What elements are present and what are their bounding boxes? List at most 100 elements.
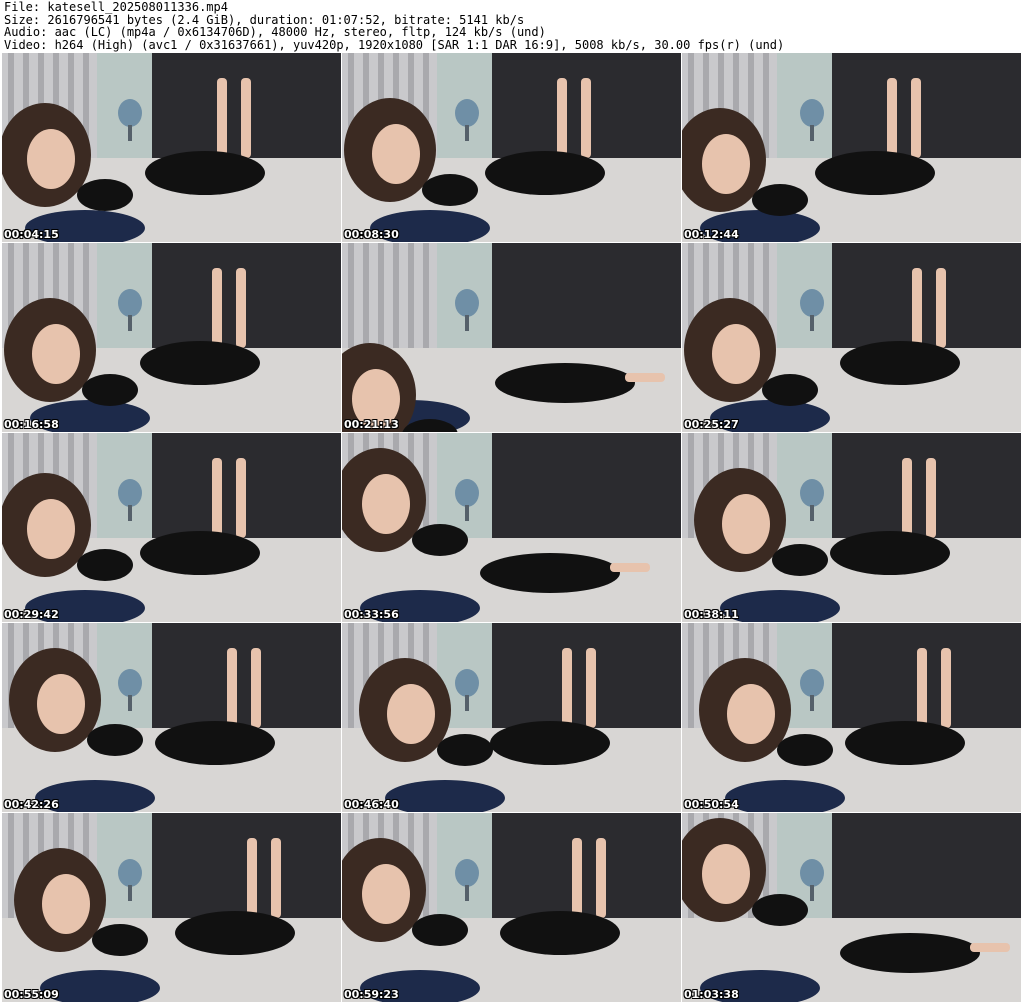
thumbnail-frame[interactable]: 00:33:56 <box>342 433 681 622</box>
face <box>362 474 410 534</box>
face <box>362 864 410 924</box>
leg <box>241 78 251 158</box>
face <box>702 844 750 904</box>
leg <box>212 268 222 348</box>
thumbnail-frame[interactable]: 01:03:38 <box>682 813 1021 1002</box>
thumbnail-frame[interactable]: 00:38:11 <box>682 433 1021 622</box>
media-info-header: File: katesell_202508011336.mp4 Size: 26… <box>4 1 1020 51</box>
top <box>772 544 828 576</box>
leg <box>236 268 246 348</box>
thumbnail-frame[interactable]: 00:04:15 <box>2 53 341 242</box>
video-info-line: Video: h264 (High) (avc1 / 0x31637661), … <box>4 37 785 52</box>
lamp <box>800 859 824 887</box>
frame-scene <box>682 433 1021 622</box>
curtain <box>492 243 681 353</box>
trousers <box>490 721 610 765</box>
lamp-stand <box>465 695 469 711</box>
top <box>82 374 138 406</box>
trousers <box>175 911 295 955</box>
frame-scene <box>342 623 681 812</box>
lamp <box>455 289 479 317</box>
lamp <box>800 289 824 317</box>
top <box>77 549 133 581</box>
thumbnail-frame[interactable]: 00:21:13 <box>342 243 681 432</box>
frame-scene <box>2 623 341 812</box>
lamp-stand <box>128 125 132 141</box>
curtain <box>492 433 681 543</box>
thumbnail-frame[interactable]: 00:16:58 <box>2 243 341 432</box>
headboard-stripe <box>408 243 414 363</box>
leg <box>562 648 572 728</box>
face <box>32 324 80 384</box>
thumbnail-frame[interactable]: 00:12:44 <box>682 53 1021 242</box>
lamp <box>800 99 824 127</box>
top <box>412 914 468 946</box>
thumbnail-frame[interactable]: 00:55:09 <box>2 813 341 1002</box>
lamp-stand <box>810 315 814 331</box>
curtain <box>832 243 1021 353</box>
curtain <box>152 433 341 543</box>
lamp-stand <box>465 125 469 141</box>
leg <box>271 838 281 918</box>
trousers <box>500 911 620 955</box>
trousers <box>140 531 260 575</box>
leg <box>970 943 1010 952</box>
headboard-stripe <box>348 243 354 363</box>
trousers <box>480 553 620 593</box>
frame-timestamp: 00:59:23 <box>344 988 399 1001</box>
top <box>752 184 808 216</box>
leg <box>572 838 582 918</box>
lamp <box>118 669 142 697</box>
face <box>372 124 420 184</box>
leg <box>557 78 567 158</box>
frame-scene <box>2 813 341 1002</box>
face <box>42 874 90 934</box>
thumbnail-frame[interactable]: 00:29:42 <box>2 433 341 622</box>
curtain <box>832 813 1021 923</box>
curtain <box>832 53 1021 163</box>
lamp <box>118 99 142 127</box>
thumbnail-frame[interactable]: 00:42:26 <box>2 623 341 812</box>
thumbnail-frame[interactable]: 00:46:40 <box>342 623 681 812</box>
trousers <box>840 933 980 973</box>
lamp-stand <box>810 125 814 141</box>
trousers <box>155 721 275 765</box>
trousers <box>830 531 950 575</box>
frame-timestamp: 00:21:13 <box>344 418 399 431</box>
lamp-stand <box>128 315 132 331</box>
lamp <box>455 99 479 127</box>
lamp-stand <box>810 505 814 521</box>
leg <box>917 648 927 728</box>
leg <box>236 458 246 538</box>
frame-scene <box>2 53 341 242</box>
thumbnail-frame[interactable]: 00:08:30 <box>342 53 681 242</box>
lamp-stand <box>810 695 814 711</box>
frame-timestamp: 00:55:09 <box>4 988 59 1001</box>
top <box>762 374 818 406</box>
lamp <box>118 479 142 507</box>
lamp <box>455 669 479 697</box>
face <box>27 129 75 189</box>
leg <box>586 648 596 728</box>
frame-scene <box>2 243 341 432</box>
face <box>702 134 750 194</box>
leg <box>941 648 951 728</box>
lamp-stand <box>810 885 814 901</box>
leg <box>926 458 936 538</box>
frame-scene <box>342 433 681 622</box>
audio-info-line: Audio: aac (LC) (mp4a / 0x6134706D), 480… <box>4 25 546 39</box>
frame-scene <box>342 243 681 432</box>
thumbnail-frame[interactable]: 00:50:54 <box>682 623 1021 812</box>
leg <box>251 648 261 728</box>
thumbnail-frame[interactable]: 00:59:23 <box>342 813 681 1002</box>
frame-scene <box>682 243 1021 432</box>
leg <box>227 648 237 728</box>
thumbnail-frame[interactable]: 00:25:27 <box>682 243 1021 432</box>
frame-timestamp: 00:16:58 <box>4 418 59 431</box>
trousers <box>815 151 935 195</box>
leg <box>902 458 912 538</box>
frame-scene <box>682 623 1021 812</box>
leg <box>581 78 591 158</box>
trousers <box>495 363 635 403</box>
curtain <box>152 813 341 923</box>
